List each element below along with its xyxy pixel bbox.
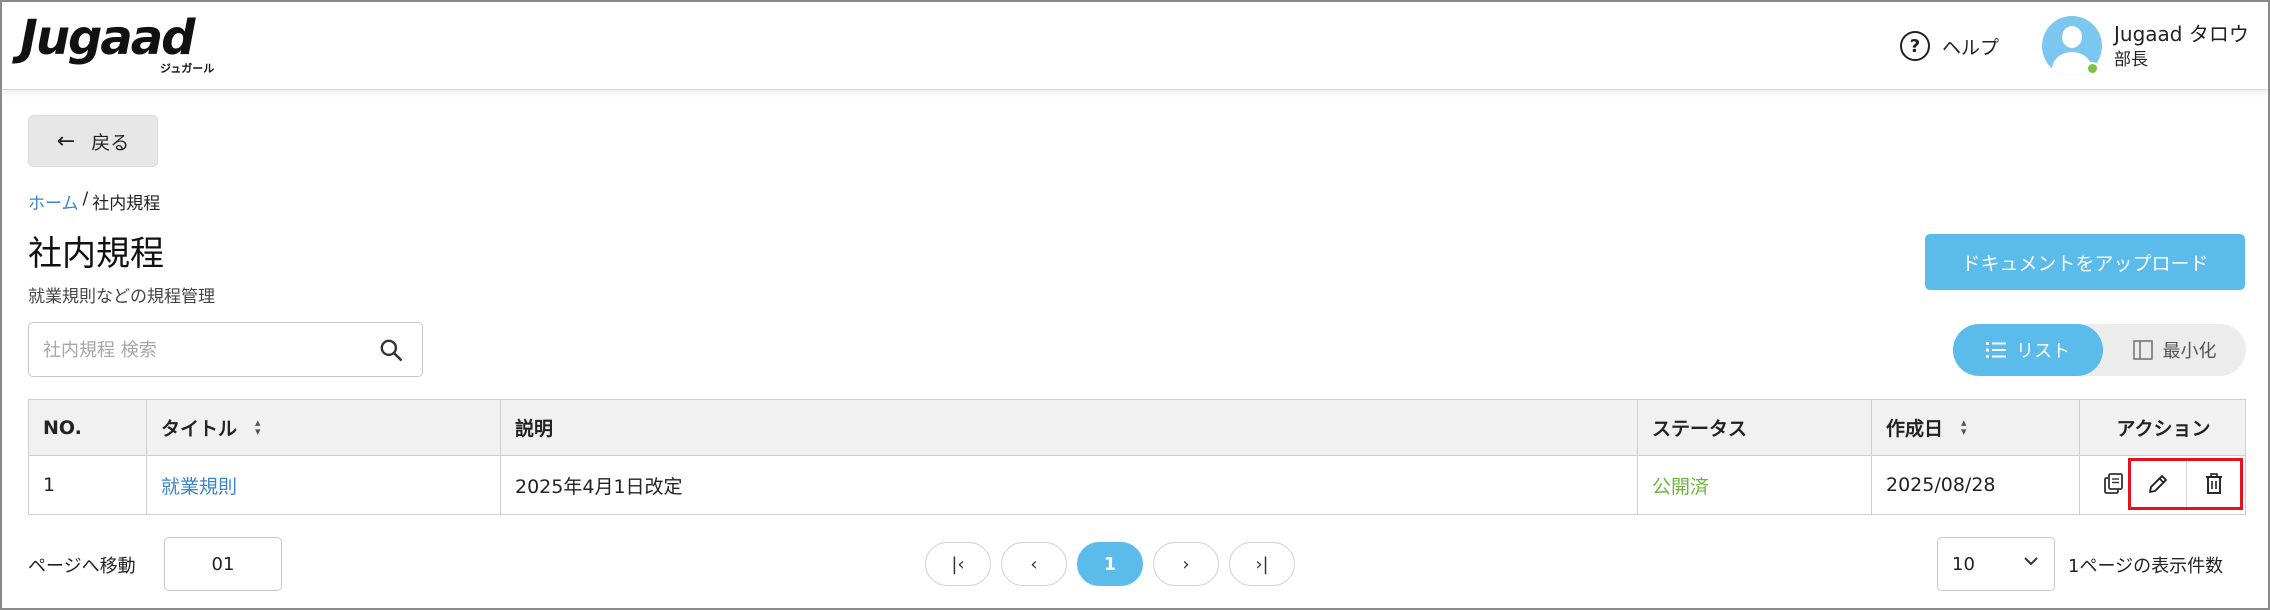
row-no: 1 bbox=[29, 456, 147, 514]
logo[interactable]: Jugaad ジュガール bbox=[20, 10, 220, 75]
page-title: 社内規程 bbox=[28, 234, 164, 274]
help-button[interactable]: ? ヘルプ bbox=[1900, 28, 1999, 64]
col-header-title[interactable]: タイトル ▴ ▾ bbox=[147, 400, 501, 455]
online-status-dot bbox=[2086, 62, 2099, 75]
app-header: Jugaad ジュガール ? ヘルプ Jugaad タロウ 部長 bbox=[2, 2, 2268, 90]
edit-button[interactable] bbox=[2131, 461, 2185, 507]
sidebar-panel-icon bbox=[2132, 340, 2153, 360]
col-header-status: ステータス bbox=[1638, 400, 1872, 455]
col-header-action: アクション bbox=[2116, 418, 2211, 440]
help-label: ヘルプ bbox=[1942, 36, 2000, 59]
row-description: 2025年4月1日改定 bbox=[501, 456, 1638, 514]
next-page-button[interactable]: › bbox=[1153, 542, 1219, 586]
logo-subtext: ジュガール bbox=[160, 62, 215, 75]
prev-page-button[interactable]: ‹ bbox=[1001, 542, 1067, 586]
search-input[interactable] bbox=[43, 335, 363, 365]
back-label: 戻る bbox=[91, 131, 130, 154]
col-header-description: 説明 bbox=[501, 400, 1638, 455]
copy-button[interactable] bbox=[2097, 464, 2131, 504]
view-toggle-minimize-label: 最小化 bbox=[2162, 341, 2217, 362]
current-page-button[interactable]: 1 bbox=[1077, 542, 1143, 586]
prev-page-icon: ‹ bbox=[1030, 553, 1038, 575]
row-status: 公開済 bbox=[1638, 456, 1872, 514]
view-toggle-list-label: リスト bbox=[2016, 341, 2070, 362]
per-page-value: 10 bbox=[1952, 553, 1975, 575]
documents-table: NO. タイトル ▴ ▾ 説明 ステータス 作成日 ▴ ▾ アクション 1 就業規則… bbox=[28, 399, 2246, 515]
list-icon bbox=[1986, 342, 2006, 358]
col-header-date[interactable]: 作成日 ▴ ▾ bbox=[1872, 400, 2080, 455]
edit-pencil-icon bbox=[2149, 475, 2167, 493]
per-page-label: 1ページの表示件数 bbox=[2068, 556, 2224, 577]
goto-page-input[interactable]: 01 bbox=[164, 537, 282, 591]
page-subtitle: 就業規則などの規程管理 bbox=[28, 287, 215, 307]
goto-page-label: ページへ移動 bbox=[28, 556, 136, 577]
back-button[interactable]: ← 戻る bbox=[28, 115, 158, 167]
user-menu[interactable]: Jugaad タロウ 部長 bbox=[2042, 16, 2249, 76]
sort-icon[interactable]: ▴ ▾ bbox=[1961, 417, 1967, 437]
arrow-left-icon: ← bbox=[56, 128, 76, 154]
user-role: 部長 bbox=[2114, 49, 2148, 70]
sort-icon[interactable]: ▴ ▾ bbox=[255, 417, 261, 437]
view-toggle-minimize[interactable]: 最小化 bbox=[2103, 324, 2246, 376]
status-badge: 公開済 bbox=[1652, 475, 1710, 498]
breadcrumb-current: 社内規程 bbox=[92, 194, 161, 214]
next-page-icon: › bbox=[1182, 553, 1190, 575]
upload-document-button[interactable]: ドキュメントをアップロード bbox=[1925, 234, 2245, 290]
first-page-icon: |‹ bbox=[951, 553, 965, 575]
search-box bbox=[28, 322, 423, 377]
view-toggle-list[interactable]: リスト bbox=[1953, 324, 2103, 376]
per-page-select[interactable]: 10 bbox=[1937, 537, 2055, 591]
row-date: 2025/08/28 bbox=[1872, 456, 2080, 514]
trash-icon bbox=[2205, 473, 2222, 494]
col-header-no: NO. bbox=[29, 400, 147, 455]
copy-icon bbox=[2104, 473, 2123, 494]
search-icon[interactable] bbox=[378, 337, 404, 363]
breadcrumb: ホーム / 社内規程 bbox=[28, 189, 160, 214]
row-title: 就業規則 bbox=[147, 456, 501, 514]
last-page-button[interactable]: ›| bbox=[1229, 542, 1295, 586]
last-page-icon: ›| bbox=[1255, 553, 1269, 575]
user-name: Jugaad タロウ bbox=[2114, 21, 2249, 46]
first-page-button[interactable]: |‹ bbox=[925, 542, 991, 586]
window-frame bbox=[0, 0, 2270, 610]
logo-text: Jugaad bbox=[20, 10, 196, 66]
breadcrumb-home[interactable]: ホーム bbox=[28, 189, 79, 214]
view-toggle: リスト 最小化 bbox=[1953, 324, 2246, 376]
chevron-down-icon bbox=[2024, 557, 2038, 566]
breadcrumb-separator: / bbox=[82, 189, 89, 209]
help-circle-icon: ? bbox=[1900, 31, 1930, 61]
table-header: NO. タイトル ▴ ▾ 説明 ステータス 作成日 ▴ ▾ アクション bbox=[29, 400, 2245, 456]
table-row: 1 就業規則 2025年4月1日改定 公開済 2025/08/28 bbox=[29, 456, 2245, 514]
delete-button[interactable] bbox=[2186, 461, 2240, 507]
edit-delete-highlight bbox=[2128, 458, 2243, 510]
row-title-link[interactable]: 就業規則 bbox=[161, 472, 237, 499]
